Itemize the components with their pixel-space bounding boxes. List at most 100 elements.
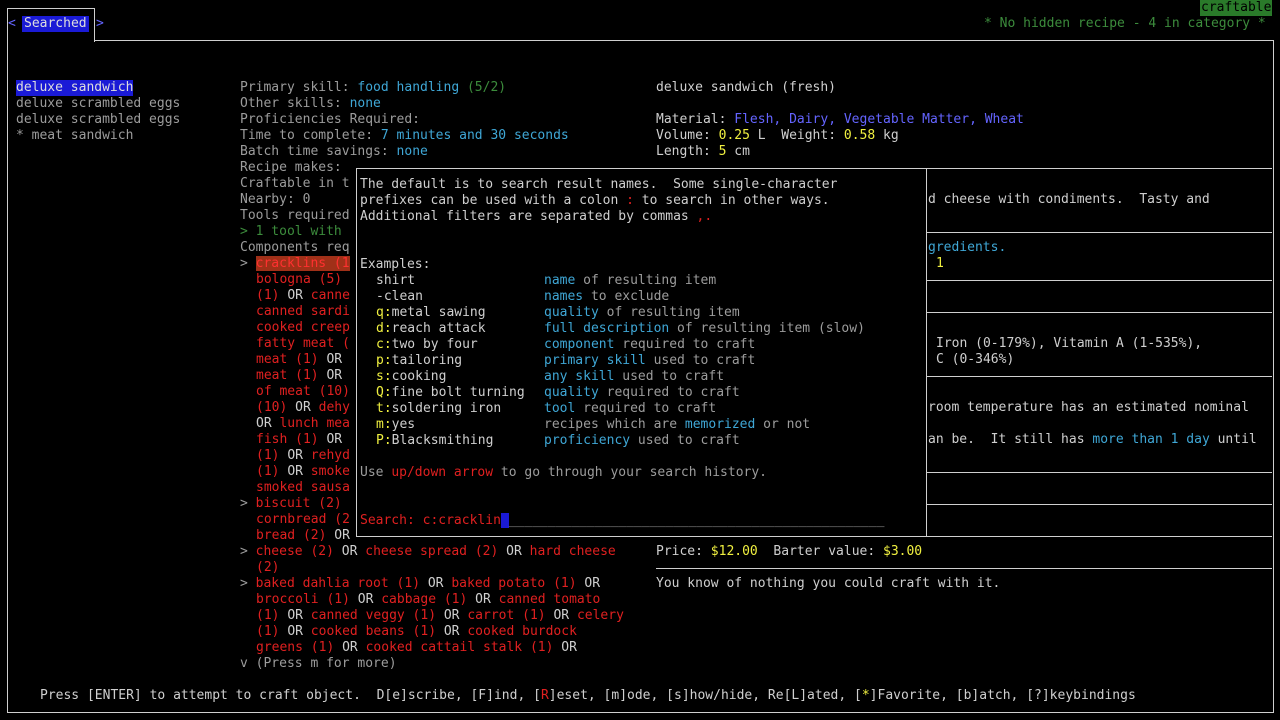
example-prefix: c: [376,337,392,352]
example-prefix: s: [376,369,392,384]
vitamins-fragment-1: Iron (0-179%), Vitamin A (1-535%), [936,336,1203,351]
component-canned-row: (1) OR canne [256,288,350,304]
component-veg-row-3: (1) OR canned veggy (1) OR carrot (1) OR… [256,608,624,624]
spoil-until: until [1209,432,1257,447]
or-text: OR [443,624,460,639]
search-help-popup: The default is to search result names. S… [356,168,927,537]
weight-label: Weight: [781,128,837,143]
component-veg-row-4: (1) OR cooked beans (1) OR cooked burdoc… [256,624,577,640]
time-label: Time to complete: [240,128,374,143]
tab-next-icon[interactable]: > [96,16,104,32]
example-highlight: any skill [544,369,615,384]
barter-label: Barter value: [773,544,876,559]
example-prefix: d: [376,321,392,336]
or-text: OR [341,544,358,559]
or-text: OR [326,432,343,447]
component-hard-cheese: hard cheese [529,544,616,559]
component-qty: (1) [256,448,280,463]
component-greens: greens (1) [256,640,335,655]
example-prefix: Q: [376,385,392,400]
component-cabbage: cabbage (1) [381,592,468,607]
example-highlight: quality [544,305,599,320]
or-text: OR [326,352,343,367]
component-cracklins: cracklins (1 [255,256,350,271]
example-highlight: quality [544,385,599,400]
component-biscuit-row: > biscuit (2) [240,496,342,512]
material-label: Material: [656,112,727,127]
room-temperature-fragment: room temperature has an estimated nomina… [928,400,1249,415]
example-text: of resulting item [598,305,740,320]
example-text: or not [755,417,811,432]
example-key: shirt [376,273,416,288]
expand-arrow-icon: > [240,256,256,271]
example-highlight: full description [544,321,670,336]
tab-searched[interactable]: Searched [22,16,89,32]
component-cheese: cheese (2) [255,544,334,559]
intro-text: Additional filters are separated by comm… [360,209,697,224]
recipe-item-deluxe-scrambled-eggs-2[interactable]: deluxe scrambled eggs [16,112,180,128]
text-cursor: _ [500,513,509,528]
example-key-text: tailoring [391,353,463,368]
component-of-meat: of meat (10) [256,384,350,399]
batch-label: Batch time savings: [240,144,389,159]
example-key-text: two by four [391,337,478,352]
craftable-in-label: Craftable in t [240,176,350,191]
recipe-item-deluxe-scrambled-eggs[interactable]: deluxe scrambled eggs [16,96,180,112]
component-bologna: bologna (5) [256,272,343,287]
example-key-text: fine bolt turning [391,385,525,400]
examples-label: Examples: [360,257,431,272]
or-text: OR [287,608,303,623]
divider [656,568,1272,569]
search-value[interactable]: c:cracklin [423,513,501,528]
component-cheese-spread: cheese spread (2) [365,544,499,559]
press-m-more[interactable]: v (Press m for more) [240,656,397,672]
reset-key[interactable]: R [541,688,549,703]
example-highlight: names [544,289,584,304]
search-input[interactable]: Search: c:cracklin______________________… [360,513,884,529]
example-key: s:cooking [376,369,446,385]
primary-skill-value: food handling [357,80,460,95]
material-row: Material: Flesh, Dairy, Vegetable Matter… [656,112,1024,128]
component-broccoli: broccoli (1) [256,592,350,607]
example-desc: any skill used to craft [544,369,724,385]
component-cooked-burdock: cooked burdock [467,624,577,639]
tool-line: > 1 tool with [240,224,342,239]
or-text: OR [334,528,350,543]
example-text: required to craft [598,385,740,400]
favorite-key[interactable]: * [862,688,870,703]
craft-with-note: You know of nothing you could craft with… [656,576,1001,591]
recipe-item-meat-sandwich[interactable]: * meat sandwich [16,128,133,144]
header-line [92,40,1272,41]
hidden-recipe-note: * No hidden recipe - 4 in category * [984,16,1266,31]
intro-text: prefixes can be used with a colon [360,193,627,208]
enter-key-hint[interactable]: [ENTER] [87,688,142,703]
example-prefix: m: [376,417,392,432]
recipe-item-deluxe-sandwich[interactable]: deluxe sandwich [16,80,134,96]
batch-row: Batch time savings: none [240,144,428,160]
example-desc: primary skill used to craft [544,353,755,369]
barter-value: $3.00 [883,544,923,559]
component-fish-row: fish (1) OR [256,432,342,448]
component-cornbread: cornbread (2 [256,512,350,527]
example-desc: quality required to craft [544,385,740,401]
expand-arrow-icon: > [240,544,256,559]
popup-intro-line-1: The default is to search result names. S… [360,177,838,192]
spoil-text: an be. It still has [928,432,1093,447]
divider [926,280,1272,281]
or-text: OR [506,544,522,559]
weight-unit: kg [883,128,899,143]
tab-prev-icon[interactable]: < [8,16,16,32]
component-rehyd-row: (1) OR rehyd [256,448,350,464]
ingredients-number: 1 [936,256,944,271]
or-text: OR [342,640,358,655]
batch-value: none [396,144,428,159]
example-highlight: memorized [684,417,756,432]
component-meat-row-2: meat (1) OR [256,368,342,384]
component-fish: fish (1) [256,432,319,447]
length-unit: cm [734,144,750,159]
example-key: Q:fine bolt turning [376,385,525,401]
or-text: OR [553,608,570,623]
component-celery: celery [576,608,624,623]
example-prefix: q: [376,305,392,320]
example-desc: full description of resulting item (slow… [544,321,865,337]
